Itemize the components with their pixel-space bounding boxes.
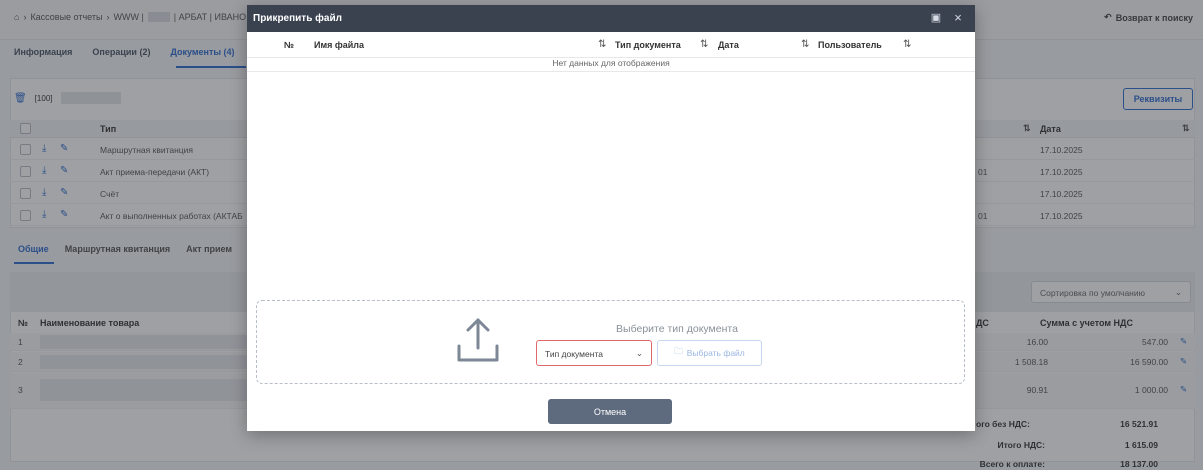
sort-icon[interactable]: ⇅ xyxy=(801,39,809,50)
column-user[interactable]: Пользователь xyxy=(818,40,882,50)
attach-file-modal: Прикрепить файл ▣ × № Имя файла ⇅ Тип до… xyxy=(247,5,975,431)
upload-dropzone[interactable]: Выберите тип документа Тип документа ⌄ 🗀… xyxy=(256,300,965,384)
upload-icon xyxy=(457,318,499,362)
sort-icon[interactable]: ⇅ xyxy=(598,39,606,50)
sort-icon[interactable]: ⇅ xyxy=(903,39,911,50)
folder-icon: 🗀 xyxy=(674,346,683,356)
maximize-icon[interactable]: ▣ xyxy=(928,10,944,26)
doc-type-placeholder: Тип документа xyxy=(545,349,603,359)
upload-hint: Выберите тип документа xyxy=(616,323,738,335)
column-doc-type[interactable]: Тип документа xyxy=(615,40,681,50)
close-icon[interactable]: × xyxy=(950,10,966,26)
column-date[interactable]: Дата xyxy=(718,40,739,50)
choose-file-label: Выбрать файл xyxy=(686,348,745,358)
doc-type-select[interactable]: Тип документа ⌄ xyxy=(536,340,652,366)
modal-title: Прикрепить файл xyxy=(253,13,342,24)
sort-icon[interactable]: ⇅ xyxy=(700,39,708,50)
column-num: № xyxy=(284,40,295,50)
empty-state-text: Нет данных для отображения xyxy=(247,58,975,72)
choose-file-button[interactable]: 🗀 Выбрать файл xyxy=(657,340,762,366)
modal-header: Прикрепить файл ▣ × xyxy=(247,5,975,32)
cancel-button[interactable]: Отмена xyxy=(548,399,672,424)
files-table-header: № Имя файла ⇅ Тип документа ⇅ Дата ⇅ Пол… xyxy=(247,32,975,58)
column-filename[interactable]: Имя файла xyxy=(314,40,364,50)
chevron-down-icon: ⌄ xyxy=(635,348,643,358)
